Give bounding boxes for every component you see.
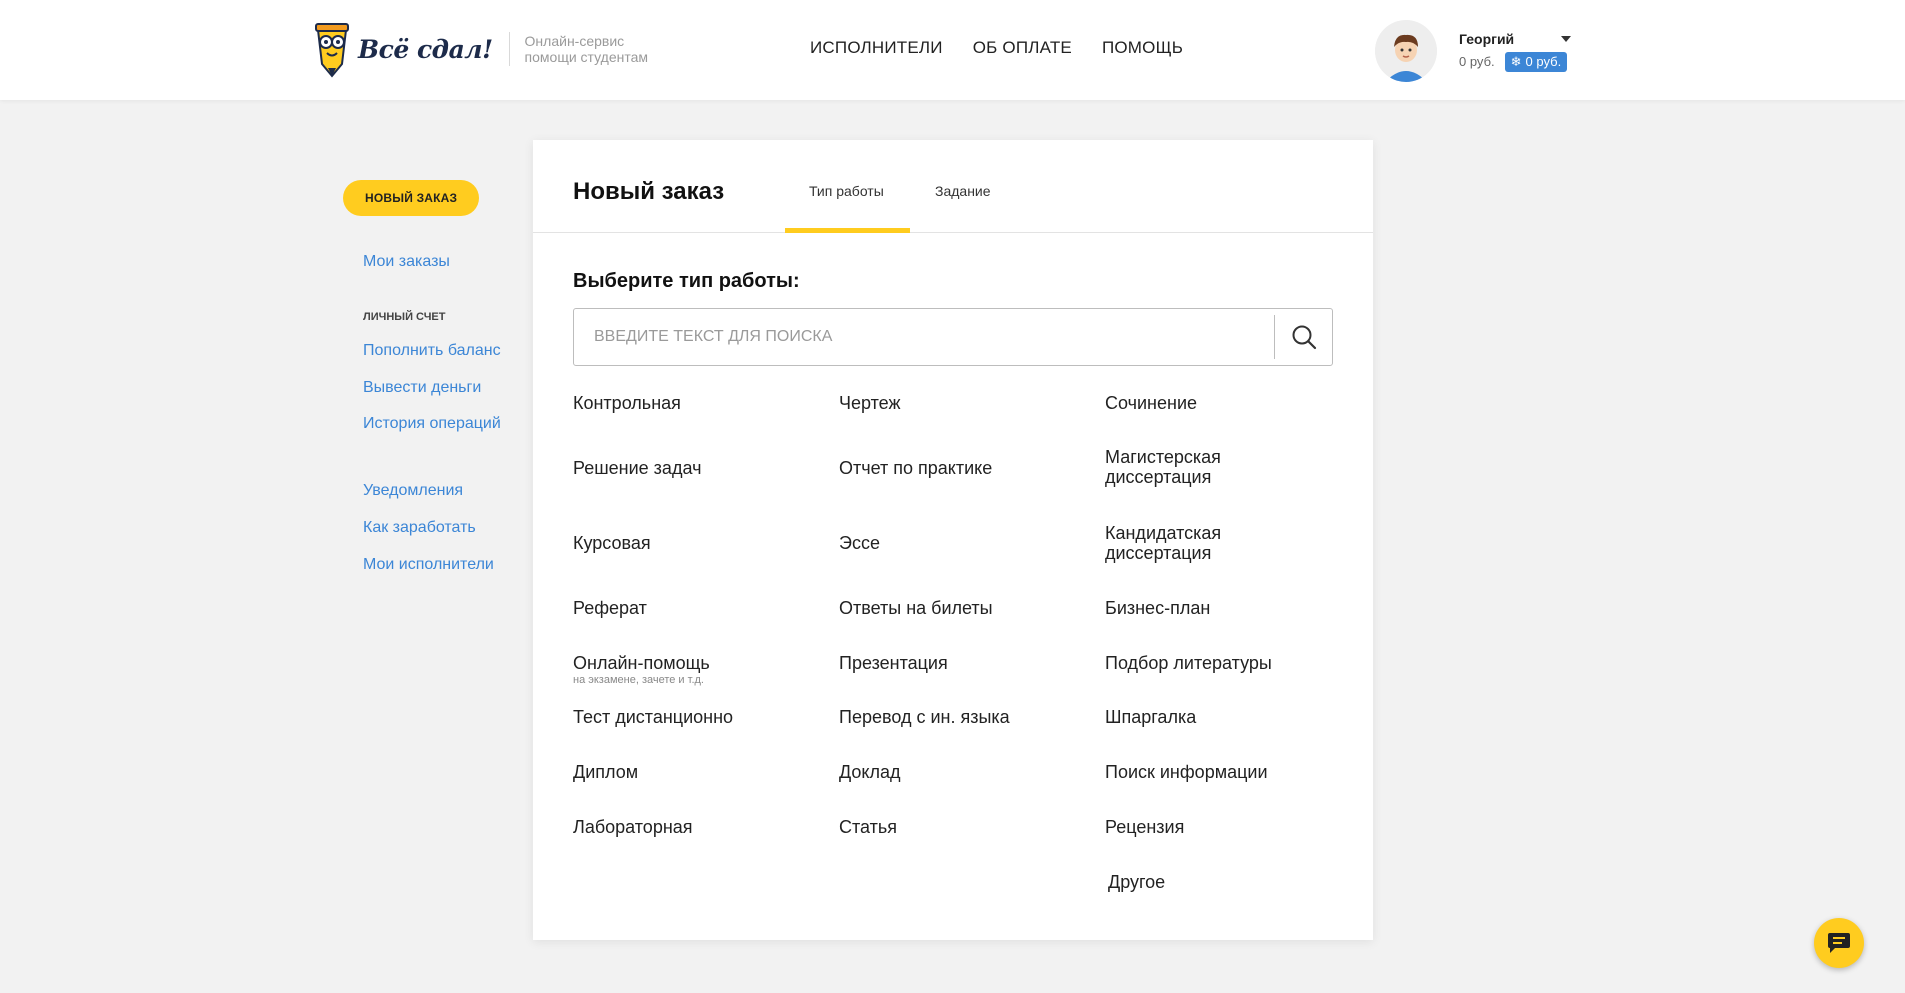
tab-assignment[interactable]: Задание	[935, 183, 991, 199]
site-header: Всё сдал! Онлайн-сервис помощи студентам…	[0, 0, 1905, 100]
avatar[interactable]	[1375, 20, 1437, 82]
search-icon	[1292, 325, 1316, 350]
work-type-item[interactable]: Подбор литературы	[1105, 653, 1272, 673]
nav-help[interactable]: ПОМОЩЬ	[1102, 38, 1183, 58]
work-type-item[interactable]: Сочинение	[1105, 393, 1197, 413]
work-type-item[interactable]: Презентация	[839, 653, 948, 673]
work-type-item[interactable]: Эссе	[839, 533, 880, 553]
work-type-item[interactable]: Контрольная	[573, 393, 681, 413]
sidebar-item-earn[interactable]: Как заработать	[363, 519, 476, 537]
work-type-item[interactable]: Кандидатская диссертация	[1105, 523, 1255, 563]
card-header: Новый заказ Тип работы Задание	[533, 140, 1373, 233]
chat-icon	[1828, 933, 1850, 953]
work-type-item[interactable]: Статья	[839, 817, 897, 837]
section-title: Выберите тип работы:	[573, 270, 800, 292]
work-type-label: Онлайн-помощь	[573, 653, 710, 673]
work-type-item[interactable]: Тест дистанционно	[573, 707, 733, 727]
bonus-balance-badge[interactable]: ❄ 0 руб.	[1504, 51, 1568, 72]
chat-button[interactable]	[1814, 918, 1864, 968]
work-type-item[interactable]: Диплом	[573, 762, 638, 782]
work-type-item[interactable]: Решение задач	[573, 458, 701, 478]
logo-text: Всё сдал!	[358, 34, 493, 64]
nav-payment[interactable]: ОБ ОПЛАТЕ	[973, 38, 1072, 58]
page-title: Новый заказ	[573, 178, 725, 205]
main-nav: ИСПОЛНИТЕЛИ ОБ ОПЛАТЕ ПОМОЩЬ	[810, 38, 1183, 58]
logo[interactable]: Всё сдал! Онлайн-сервис помощи студентам	[310, 20, 648, 78]
nav-executors[interactable]: ИСПОЛНИТЕЛИ	[810, 38, 943, 58]
sidebar-item-my-orders[interactable]: Мои заказы	[363, 253, 450, 271]
tagline: Онлайн-сервис помощи студентам	[525, 33, 648, 65]
work-type-item[interactable]: Бизнес-план	[1105, 598, 1210, 618]
work-type-item[interactable]: Перевод с ин. языка	[839, 707, 1010, 727]
search-button[interactable]	[1274, 315, 1332, 359]
user-info[interactable]: Георгий 0 руб. ❄ 0 руб.	[1459, 31, 1571, 72]
search-box	[573, 308, 1333, 366]
work-type-item[interactable]: Лабораторная	[573, 817, 693, 837]
tagline-line-2: помощи студентам	[524, 49, 649, 65]
sidebar-item-history[interactable]: История операций	[363, 415, 501, 433]
user-name[interactable]: Георгий	[1459, 31, 1571, 47]
work-type-item[interactable]: Реферат	[573, 598, 647, 618]
user-balance: 0 руб.	[1459, 54, 1495, 69]
sidebar-heading-account: ЛИЧНЫЙ СЧЕТ	[363, 311, 446, 323]
user-balances: 0 руб. ❄ 0 руб.	[1459, 51, 1571, 72]
work-type-item[interactable]: Курсовая	[573, 533, 651, 553]
work-type-item[interactable]: Рецензия	[1105, 817, 1184, 837]
user-menu[interactable]: Георгий 0 руб. ❄ 0 руб.	[1375, 20, 1571, 82]
sidebar-item-notifications[interactable]: Уведомления	[363, 482, 463, 500]
sidebar-item-top-up[interactable]: Пополнить баланс	[363, 342, 501, 360]
new-order-card: Новый заказ Тип работы Задание Выберите …	[533, 140, 1373, 940]
work-type-item[interactable]: Отчет по практике	[839, 458, 992, 478]
snowflake-icon: ❄	[1510, 53, 1522, 69]
tagline-line-1: Онлайн-сервис	[524, 33, 625, 49]
sidebar: НОВЫЙ ЗАКАЗ Мои заказы ЛИЧНЫЙ СЧЕТ Попол…	[343, 180, 513, 573]
logo-divider	[508, 32, 510, 66]
work-type-sublabel: на экзамене, зачете и т.д.	[573, 674, 704, 686]
chevron-down-icon[interactable]	[1561, 35, 1571, 42]
pencil-mascot-icon	[315, 23, 349, 78]
search-input[interactable]	[574, 309, 1274, 365]
avatar-icon	[1375, 20, 1437, 82]
work-type-item[interactable]: Ответы на билеты	[839, 598, 993, 618]
bonus-balance-value: 0 руб.	[1525, 54, 1562, 69]
work-type-item[interactable]: Магистерская диссертация	[1105, 447, 1255, 487]
sidebar-item-my-executors[interactable]: Мои исполнители	[363, 556, 494, 574]
sidebar-item-withdraw[interactable]: Вывести деньги	[363, 379, 481, 397]
work-type-item[interactable]: Чертеж	[839, 393, 901, 413]
new-order-button[interactable]: НОВЫЙ ЗАКАЗ	[343, 180, 480, 216]
work-type-item[interactable]: Шпаргалка	[1105, 707, 1196, 727]
work-type-item[interactable]: Доклад	[839, 762, 901, 782]
work-type-item-online-help[interactable]: Онлайн-помощь на экзамене, зачете и т.д.	[573, 653, 710, 687]
work-type-item-other[interactable]: Другое	[1108, 872, 1165, 892]
work-type-item[interactable]: Поиск информации	[1105, 762, 1268, 782]
tab-work-type[interactable]: Тип работы	[809, 183, 884, 199]
active-tab-indicator	[785, 228, 910, 233]
